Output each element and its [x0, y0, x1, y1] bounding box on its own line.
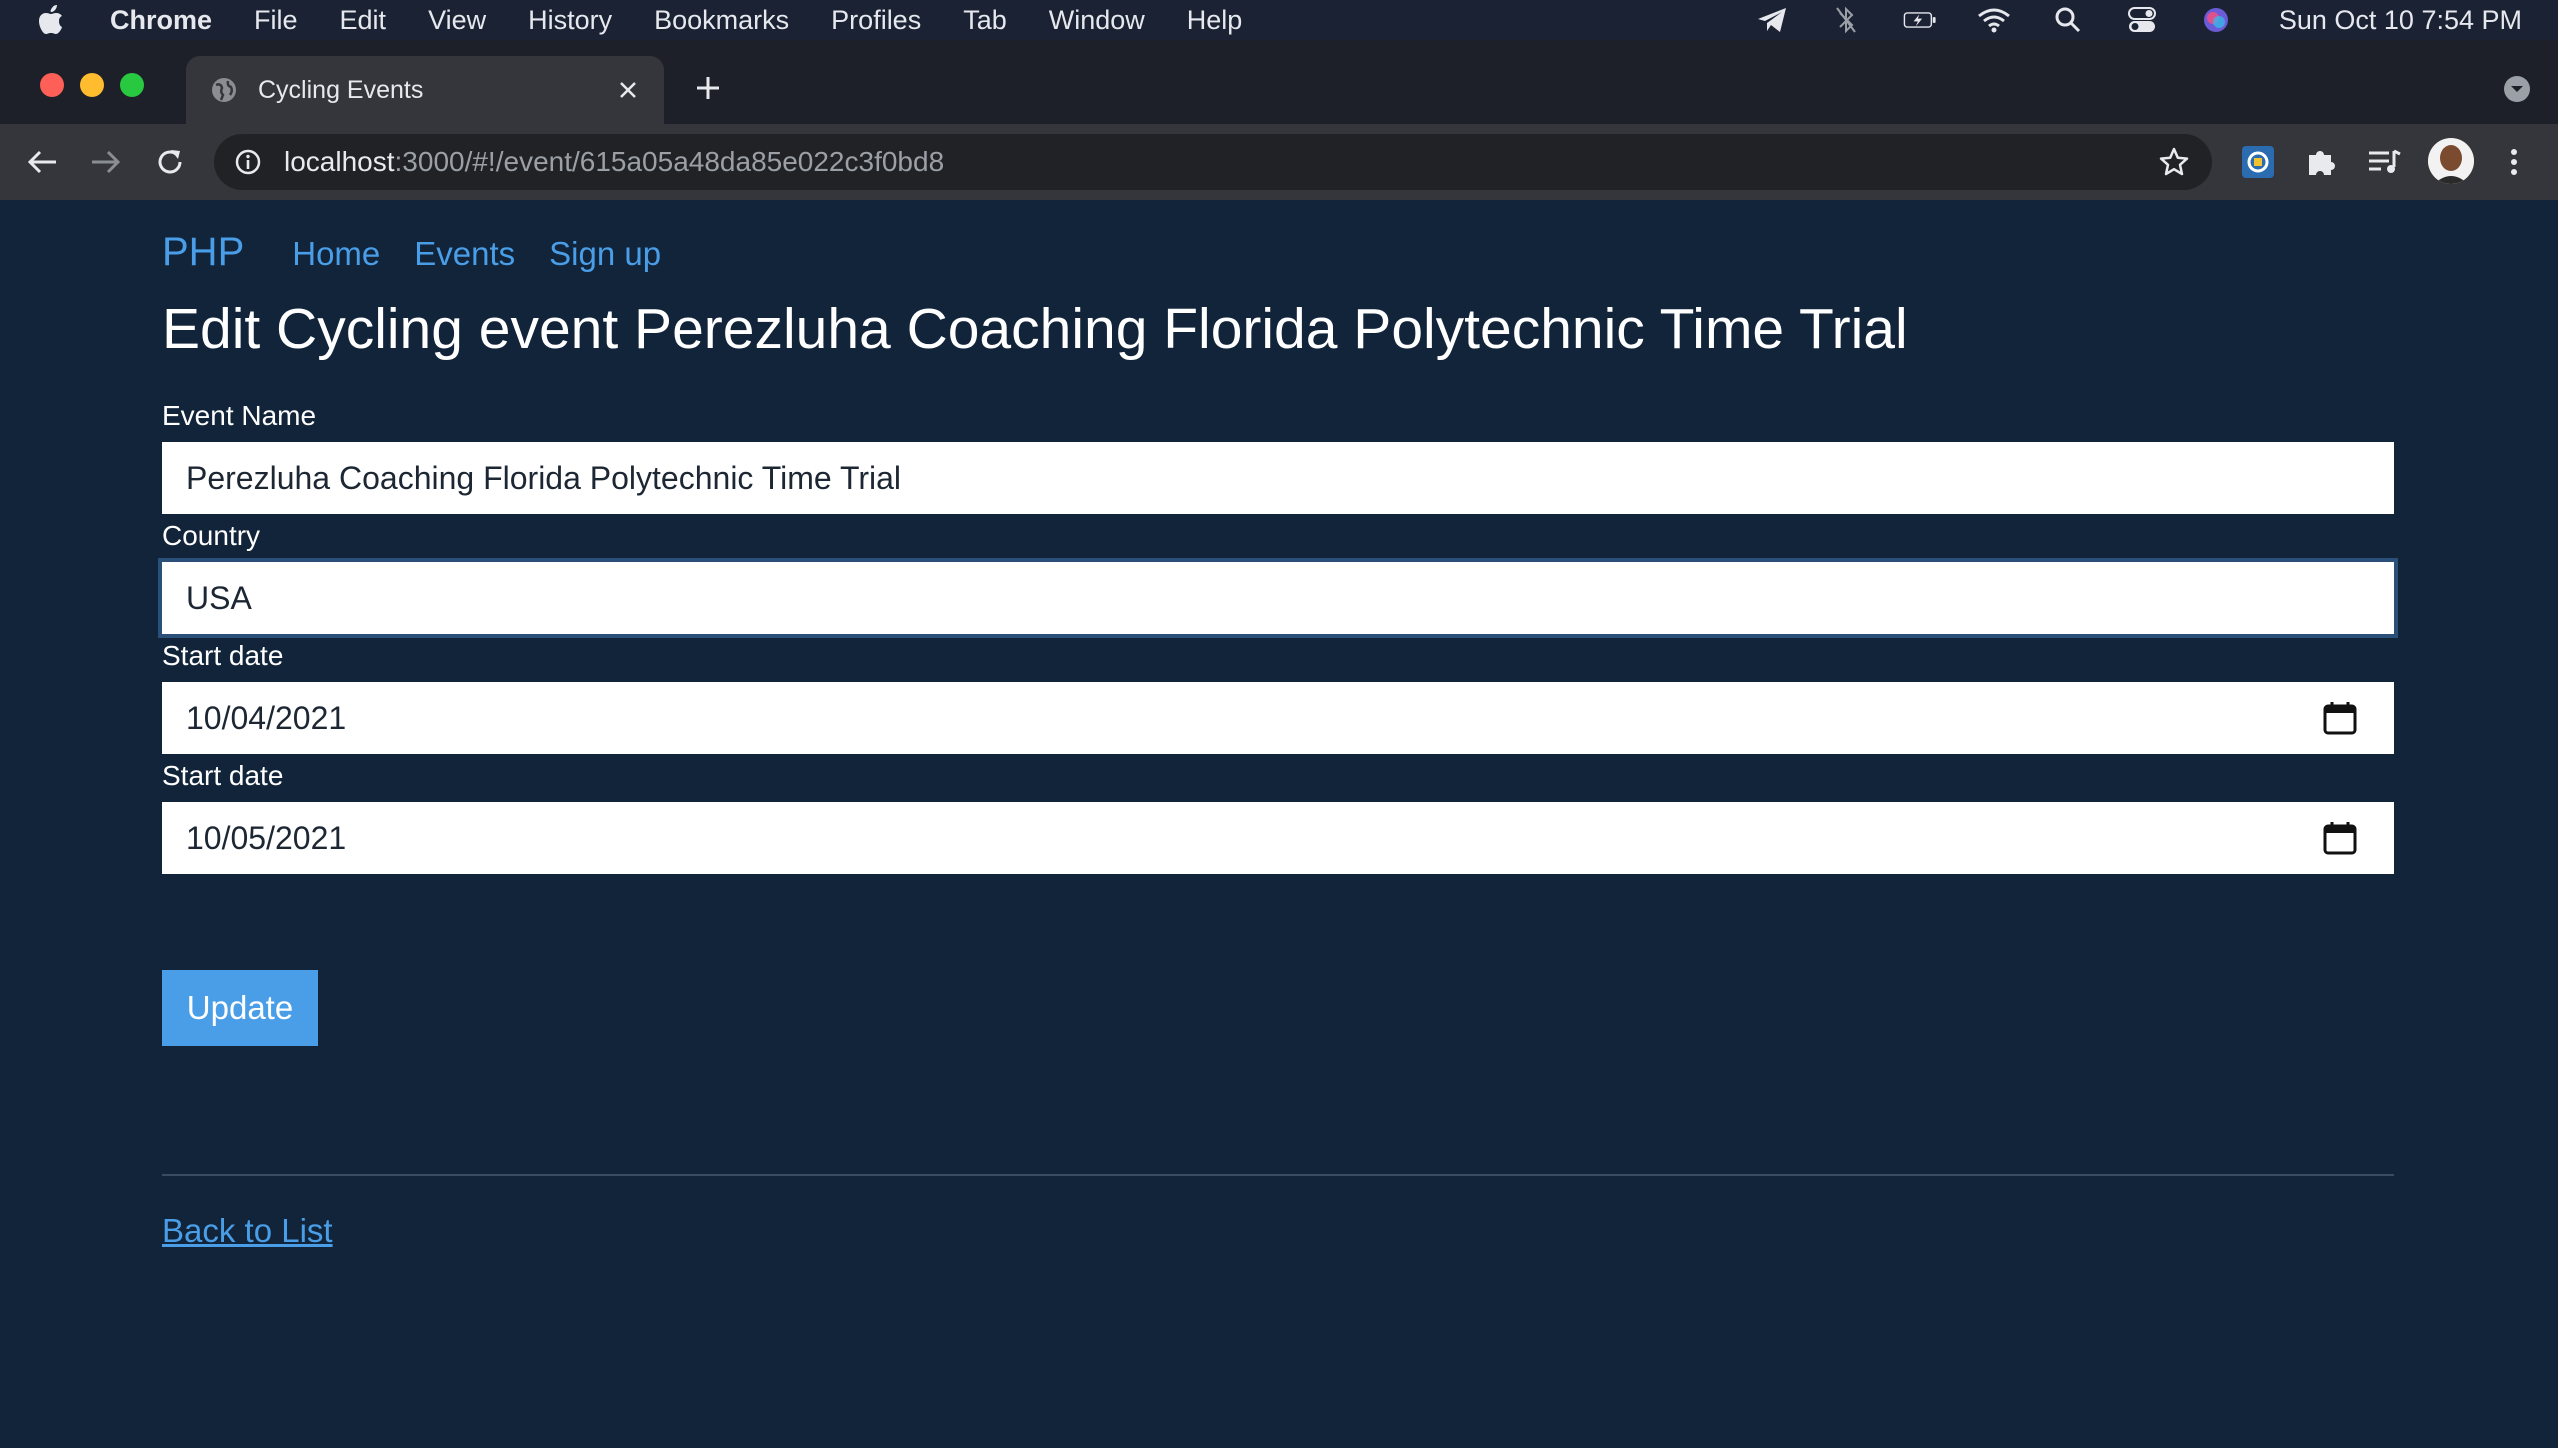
- start-date-input[interactable]: 10/04/2021: [162, 682, 2394, 754]
- menu-profiles[interactable]: Profiles: [831, 5, 921, 36]
- telegram-icon[interactable]: [1755, 5, 1789, 35]
- apple-icon[interactable]: [38, 5, 78, 35]
- menu-tab[interactable]: Tab: [963, 5, 1007, 36]
- back-arrow-icon[interactable]: [22, 142, 62, 182]
- menu-chrome[interactable]: Chrome: [110, 5, 212, 36]
- menu-bookmarks[interactable]: Bookmarks: [654, 5, 789, 36]
- url-host: localhost: [284, 146, 395, 177]
- close-icon[interactable]: [612, 74, 644, 106]
- menu-view[interactable]: View: [428, 5, 486, 36]
- forward-arrow-icon[interactable]: [86, 142, 126, 182]
- bluetooth-off-icon[interactable]: [1829, 5, 1863, 35]
- browser-tab-strip: Cycling Events: [0, 40, 2558, 124]
- event-name-input[interactable]: Perezluha Coaching Florida Polytechnic T…: [162, 442, 2394, 514]
- calendar-icon[interactable]: [2322, 820, 2358, 856]
- menu-file[interactable]: File: [254, 5, 298, 36]
- chrome-menu-icon[interactable]: [2494, 142, 2534, 182]
- control-center-icon[interactable]: [2125, 5, 2159, 35]
- nav-link-signup[interactable]: Sign up: [549, 235, 661, 273]
- menu-window[interactable]: Window: [1049, 5, 1145, 36]
- menu-help[interactable]: Help: [1187, 5, 1243, 36]
- update-button[interactable]: Update: [162, 970, 318, 1046]
- menu-edit[interactable]: Edit: [340, 5, 387, 36]
- end-date-value: 10/05/2021: [186, 819, 347, 856]
- calendar-icon[interactable]: [2322, 700, 2358, 736]
- window-minimize-button[interactable]: [80, 73, 104, 97]
- divider: [162, 1174, 2394, 1176]
- menubar-clock[interactable]: Sun Oct 10 7:54 PM: [2279, 5, 2522, 36]
- url-path: :3000/#!/event/615a05a48da85e022c3f0bd8: [394, 146, 945, 177]
- globe-icon: [210, 75, 240, 105]
- tab-title: Cycling Events: [258, 75, 424, 104]
- info-icon[interactable]: [234, 146, 266, 178]
- window-close-button[interactable]: [40, 73, 64, 97]
- start-date-value: 10/04/2021: [186, 699, 347, 736]
- page-title: Edit Cycling event Perezluha Coaching Fl…: [162, 297, 1908, 361]
- siri-icon[interactable]: [2199, 5, 2233, 35]
- event-name-label: Event Name: [162, 400, 317, 431]
- window-zoom-button[interactable]: [120, 73, 144, 97]
- media-queue-icon[interactable]: [2364, 142, 2404, 182]
- new-tab-button[interactable]: [690, 70, 726, 106]
- macos-menu-bar: Chrome File Edit View History Bookmarks …: [0, 0, 2558, 40]
- tab-search-icon[interactable]: [2500, 72, 2534, 106]
- menu-history[interactable]: History: [528, 5, 612, 36]
- nav-link-home[interactable]: Home: [292, 235, 380, 273]
- country-label: Country: [162, 520, 261, 551]
- page-content: PHP Home Events Sign up Edit Cycling eve…: [0, 200, 2558, 1448]
- end-date-input[interactable]: 10/05/2021: [162, 802, 2394, 874]
- country-input[interactable]: USA: [158, 558, 2398, 638]
- battery-charging-icon[interactable]: [1903, 5, 1937, 35]
- nav-link-events[interactable]: Events: [414, 235, 515, 273]
- end-date-label: Start date: [162, 760, 284, 791]
- site-navbar: PHP Home Events Sign up: [162, 230, 695, 275]
- back-to-list-link[interactable]: Back to List: [162, 1212, 333, 1250]
- profile-avatar[interactable]: [2428, 138, 2474, 184]
- reload-icon[interactable]: [150, 142, 190, 182]
- wifi-icon[interactable]: [1977, 5, 2011, 35]
- spotlight-search-icon[interactable]: [2051, 5, 2085, 35]
- brand-link[interactable]: PHP: [162, 230, 244, 275]
- extension-translate-icon[interactable]: [2238, 142, 2278, 182]
- extensions-puzzle-icon[interactable]: [2302, 142, 2342, 182]
- address-bar[interactable]: localhost:3000/#!/event/615a05a48da85e02…: [214, 134, 2212, 190]
- browser-toolbar: localhost:3000/#!/event/615a05a48da85e02…: [0, 124, 2558, 200]
- start-date-label: Start date: [162, 640, 284, 671]
- bookmark-star-icon[interactable]: [2158, 146, 2190, 178]
- browser-tab-active[interactable]: Cycling Events: [186, 56, 664, 124]
